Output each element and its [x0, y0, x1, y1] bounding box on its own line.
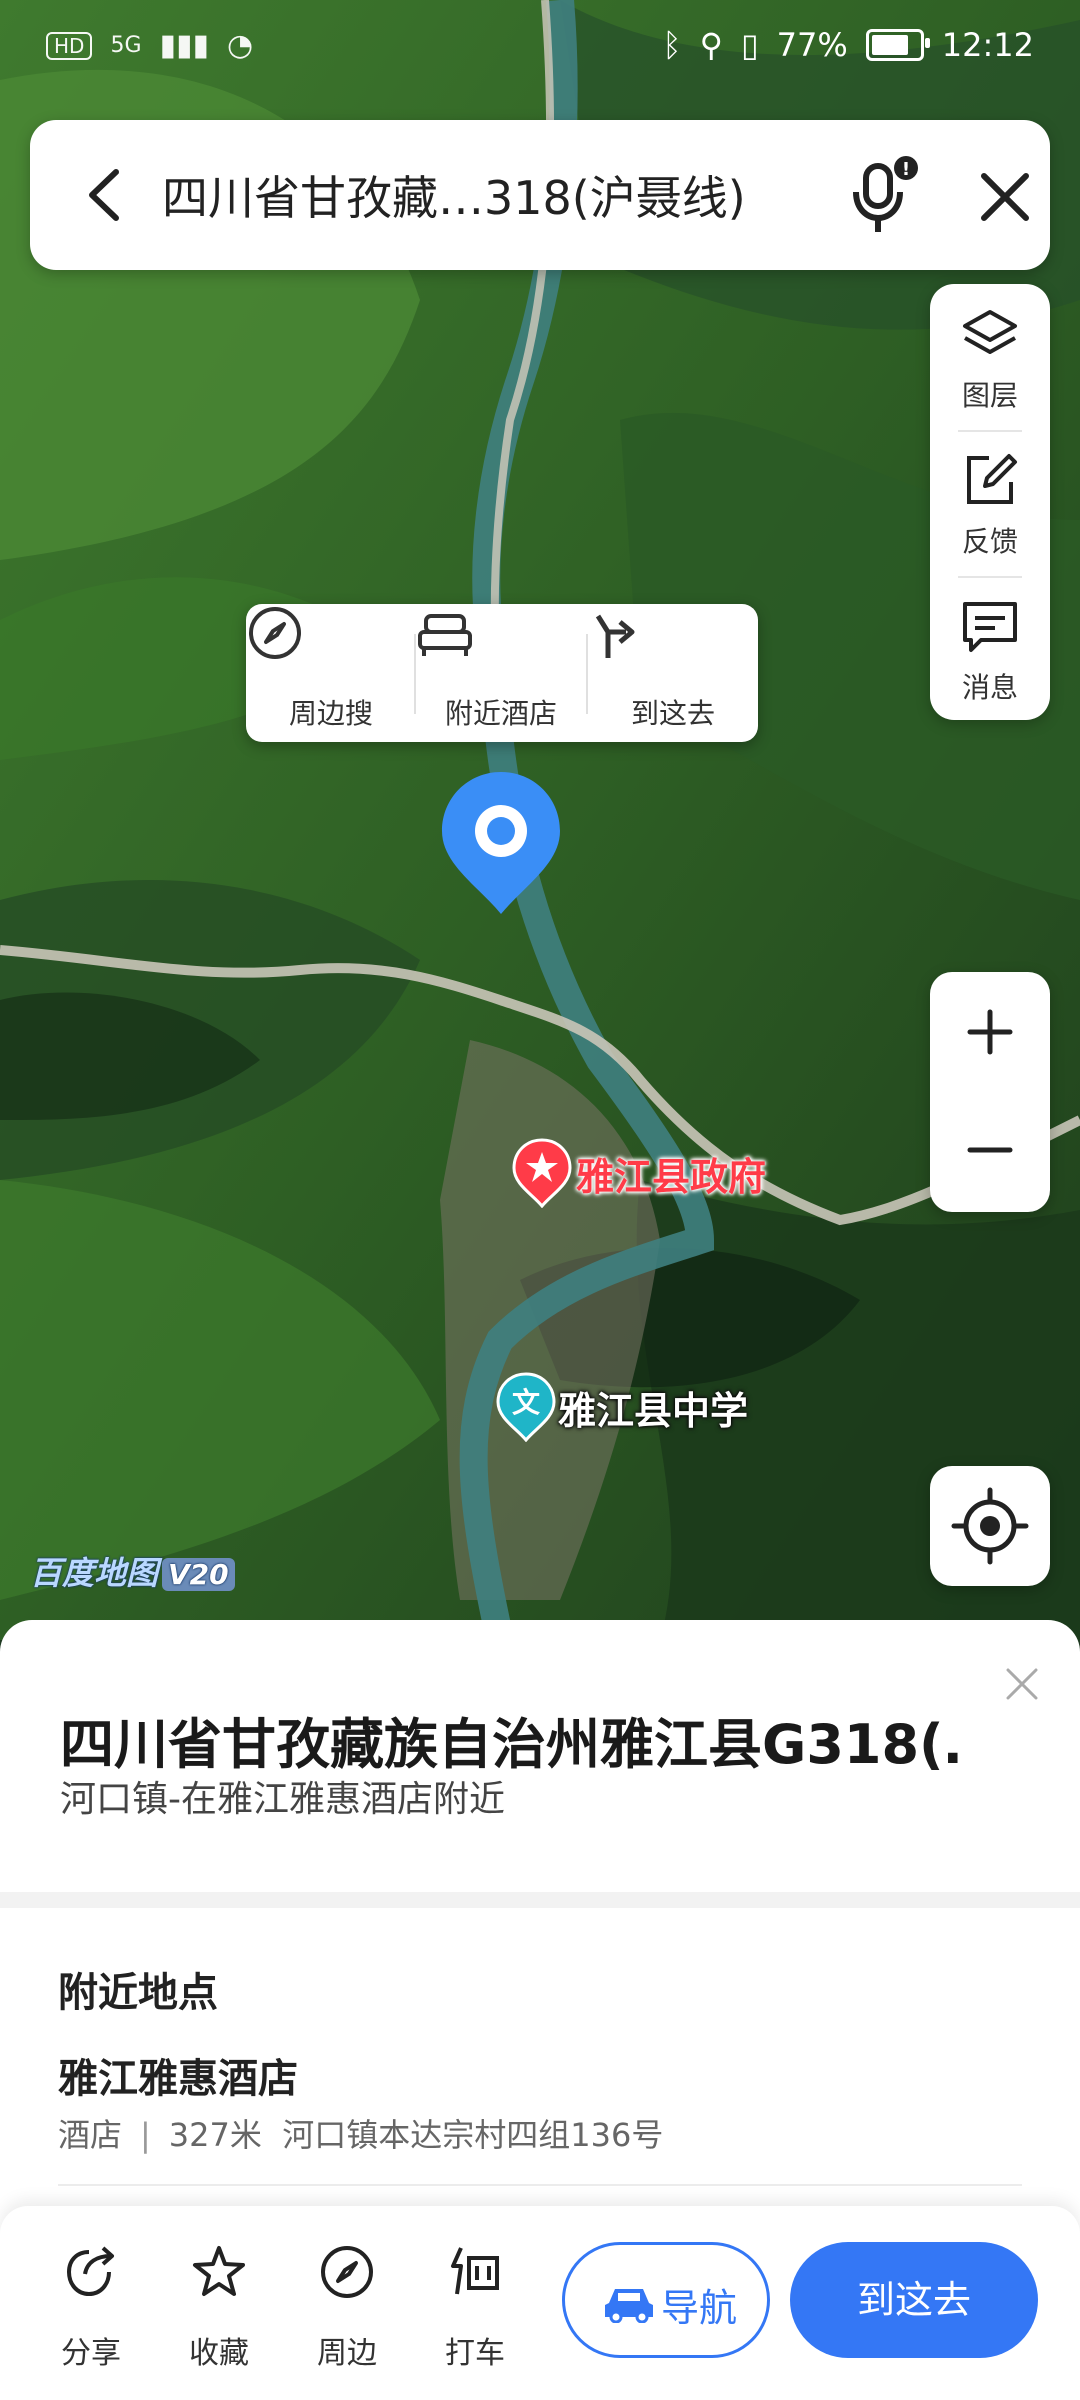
- school-badge-text: 文: [512, 1386, 540, 1419]
- taxi-button[interactable]: 打车: [420, 2244, 530, 2374]
- route-turn-icon: [595, 614, 635, 658]
- feedback-button[interactable]: 反馈: [930, 430, 1050, 570]
- layers-label: 图层: [961, 379, 1018, 412]
- car-icon: [605, 2289, 653, 2323]
- meta-separator: |: [140, 2116, 151, 2154]
- nearby-button[interactable]: 周边: [292, 2244, 402, 2374]
- nearby-poi-name[interactable]: 雅江雅惠酒店: [58, 2046, 298, 2104]
- search-bar: 四川省甘孜藏…318(沪聂线) !: [30, 120, 1050, 270]
- nearby-label: 周边: [317, 2336, 377, 2371]
- zoom-out-button[interactable]: [930, 1092, 1050, 1212]
- taxi-label: 打车: [445, 2336, 505, 2371]
- place-subtitle: 河口镇-在雅江雅惠酒店附近: [60, 1779, 505, 1820]
- nearby-poi-meta: 酒店 | 327米 河口镇本达宗村四组136号: [58, 2110, 663, 2156]
- school-map-label[interactable]: 雅江县中学: [558, 1380, 748, 1435]
- share-label: 分享: [61, 2336, 121, 2371]
- popup-nearby-search-label: 周边搜: [288, 697, 373, 730]
- school-marker-icon[interactable]: 文: [496, 1372, 556, 1442]
- popup-go-here[interactable]: 到这去: [588, 604, 758, 742]
- close-icon[interactable]: [970, 162, 1040, 232]
- favorite-button[interactable]: 收藏: [164, 2244, 274, 2374]
- wifi-icon: ◔: [227, 28, 254, 63]
- share-button[interactable]: 分享: [36, 2244, 146, 2374]
- popup-nearby-hotels[interactable]: 附近酒店: [416, 604, 586, 742]
- poi-address: 河口镇本达宗村四组136号: [282, 2116, 664, 2154]
- navigate-button[interactable]: 导航: [562, 2242, 770, 2358]
- location-pin-icon[interactable]: [438, 768, 564, 918]
- back-arrow-icon[interactable]: [76, 162, 136, 228]
- popup-nearby-hotels-label: 附近酒店: [444, 697, 557, 730]
- place-name: 四川省甘孜藏族自治州雅江县G318(…: [60, 1713, 960, 1776]
- zoom-controls: [930, 972, 1050, 1212]
- status-left: HD 5G ▮▮▮ ◔: [46, 28, 253, 63]
- watermark-text: 百度地图: [30, 1554, 159, 1592]
- map-watermark: 百度地图 V20: [30, 1548, 235, 1594]
- layers-icon: [963, 310, 1017, 354]
- sheet-close-icon[interactable]: [1000, 1662, 1044, 1706]
- go-here-button[interactable]: 到这去: [790, 2242, 1038, 2358]
- svg-text:!: !: [902, 159, 910, 180]
- feedback-label: 反馈: [961, 525, 1018, 558]
- star-icon: [193, 2246, 245, 2296]
- status-right: ᛒ ⚲ ▯ 77% 12:12: [662, 26, 1034, 64]
- network-type: 5G: [110, 33, 142, 58]
- status-bar: HD 5G ▮▮▮ ◔ ᛒ ⚲ ▯ 77% 12:12: [0, 0, 1080, 100]
- popup-nearby-search[interactable]: 周边搜: [246, 604, 416, 742]
- battery-icon: [865, 29, 930, 61]
- vibrate-icon: ▯: [741, 26, 759, 64]
- navigate-label: 导航: [661, 2286, 738, 2330]
- network-hd-badge: HD: [46, 31, 93, 60]
- popup-go-here-label: 到这去: [630, 697, 715, 730]
- nearby-section-title: 附近地点: [58, 1970, 218, 2016]
- govt-map-label[interactable]: 雅江县政府: [576, 1146, 766, 1201]
- map-tools-panel: 图层 反馈 消息: [930, 284, 1050, 720]
- favorite-label: 收藏: [189, 2336, 249, 2371]
- watermark-version: V20: [162, 1558, 235, 1591]
- feedback-edit-icon: [967, 454, 1017, 504]
- clock: 12:12: [941, 26, 1034, 64]
- signal-icon: ▮▮▮: [159, 28, 210, 63]
- layers-button[interactable]: 图层: [930, 284, 1050, 424]
- location-popup: 周边搜 附近酒店 到这去: [246, 604, 758, 742]
- message-icon: [963, 602, 1017, 652]
- search-query-text[interactable]: 四川省甘孜藏…318(沪聂线): [162, 162, 782, 228]
- messages-button[interactable]: 消息: [930, 576, 1050, 716]
- compass-icon: [321, 2246, 373, 2298]
- compass-icon: [249, 607, 301, 659]
- list-divider: [58, 2184, 1022, 2186]
- location-icon: ⚲: [699, 26, 724, 64]
- zoom-in-button[interactable]: [930, 972, 1050, 1092]
- section-divider: [0, 1892, 1080, 1908]
- bed-icon: [418, 614, 472, 656]
- poi-distance: 327米: [168, 2116, 262, 2154]
- messages-label: 消息: [961, 671, 1018, 704]
- government-marker-icon[interactable]: [512, 1138, 572, 1208]
- microphone-icon[interactable]: !: [850, 152, 920, 238]
- bluetooth-icon: ᛒ: [662, 26, 682, 64]
- share-icon: [66, 2246, 114, 2297]
- bottom-action-bar: 分享 收藏 周边 打车 导航 到这去: [0, 2206, 1080, 2400]
- poi-category: 酒店: [58, 2116, 123, 2154]
- taxi-icon: [451, 2247, 499, 2295]
- locate-me-button[interactable]: [930, 1466, 1050, 1586]
- battery-percent: 77%: [776, 26, 848, 64]
